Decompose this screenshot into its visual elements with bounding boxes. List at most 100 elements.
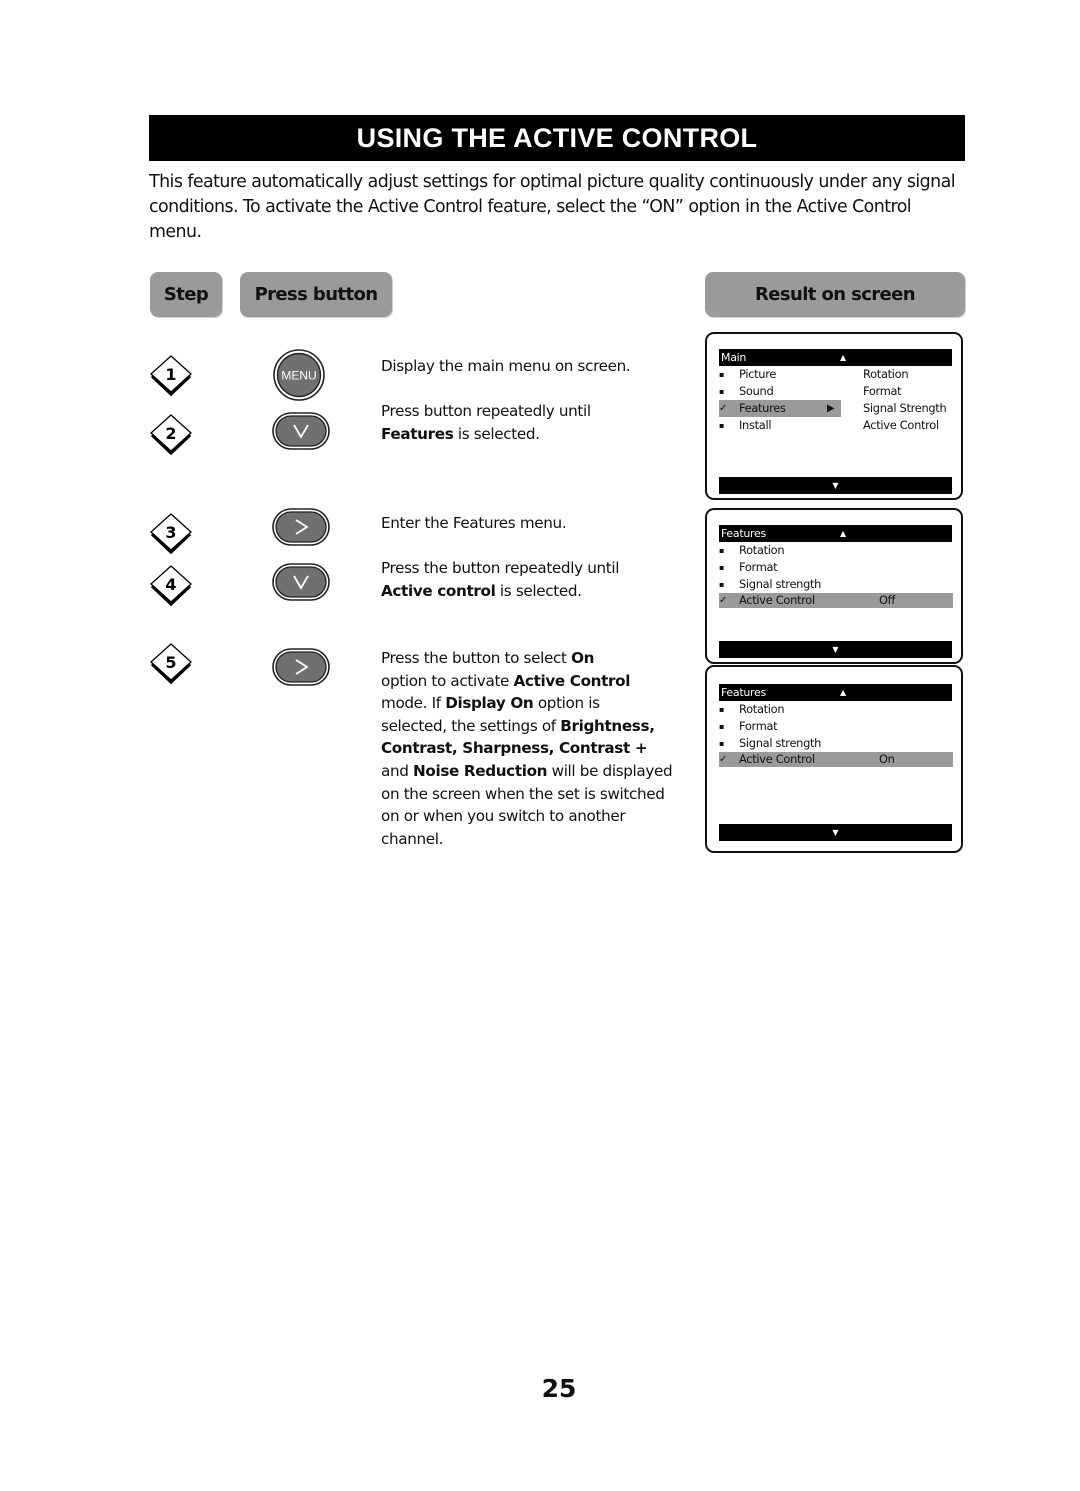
submenu-arrow-icon: ▶ [827,403,835,414]
step-1-description: Display the main menu on screen. [381,357,631,375]
screen-features-on: Features ▲ ▪ Rotation ▪ Format ▪ Signal … [705,665,963,853]
screen-features-off: Features ▲ ▪ Rotation ▪ Format ▪ Signal … [705,508,963,664]
menu-item: ▪ Rotation [719,542,953,559]
step-number: 1 [165,365,176,384]
scroll-up-icon: ▲ [840,529,846,538]
menu-item-selected: ✓ Features ▶ [719,400,841,417]
menu-item-label: Active Control [739,752,815,766]
menu-item-label: Signal strength [739,577,822,591]
bullet-icon: ▪ [719,705,725,714]
step-5-bold-text: Contrast, Sharpness, Contrast + [381,739,648,758]
menu-item-label: Signal strength [739,736,822,750]
bullet-icon: ▪ [719,739,725,748]
menu-item-label: Rotation [739,543,785,557]
menu-item: ▪ Signal strength [719,576,953,593]
step-5-text: and [381,761,414,780]
diamond-icon: 1 [150,355,192,396]
submenu-item: Format [863,384,902,398]
step-4-description: Press the button repeatedly until Active… [381,557,619,602]
step-2-badge: 2 [149,411,193,455]
screen-main-menu: Main ▲ ▪ Picture ▪ Sound ✓ Features ▶ ▪ … [705,332,963,500]
header-result-label: Result on screen [755,284,916,305]
submenu-item: Rotation [863,367,909,381]
menu-item-label: Sound [739,384,774,398]
right-arrow-button-icon [272,648,330,686]
menu-item: ▪ Format [719,559,953,576]
right-button [272,648,330,686]
screen-bottom-bar: ▼ [719,641,952,658]
bullet-icon: ▪ [719,370,725,379]
intro-paragraph: This feature automatically adjust settin… [149,172,956,242]
menu-item-label: Features [739,401,786,415]
scroll-down-icon: ▼ [832,828,839,837]
screen-bottom-bar: ▼ [719,477,952,494]
diamond-icon: 4 [150,565,192,606]
step-5-text: Press the button to select [381,649,572,667]
step-5-text: on the screen when the set is switched [381,784,665,803]
check-icon: ✓ [719,403,728,414]
header-press-button: Press button [240,272,392,317]
header-press-button-label: Press button [254,284,378,305]
screen-title-bar: Features ▲ [719,684,952,701]
menu-item: ▪ Format [719,718,953,735]
down-button [272,412,330,450]
menu-item-label: Picture [739,367,777,381]
check-icon: ✓ [719,754,728,765]
step-2-text-a: Press button repeatedly until [381,402,591,420]
diamond-icon: 2 [150,414,192,455]
menu-item-label: Install [739,418,772,432]
step-5-text: selected, the settings of [381,716,561,735]
down-button [272,563,330,601]
screen-bottom-bar: ▼ [719,824,952,841]
step-number: 2 [165,424,176,443]
scroll-down-icon: ▼ [832,481,839,490]
diamond-icon: 3 [150,513,192,554]
active-control-value: On [879,752,895,766]
screen-title-bar: Main ▲ [719,349,952,366]
header-result-on-screen: Result on screen [705,272,965,317]
header-step-label: Step [163,284,209,305]
menu-item: ▪ Install [719,417,841,434]
scroll-up-icon: ▲ [840,353,846,362]
step-5-text: will be displayed [547,761,673,780]
scroll-up-icon: ▲ [840,688,846,697]
page-title: USING THE ACTIVE CONTROL [149,115,965,161]
step-2-bold: Features [381,424,454,443]
menu-item-label: Format [739,560,778,574]
step-number: 5 [165,653,176,672]
step-5-text: option is [533,694,600,713]
step-3-badge: 3 [149,510,193,554]
step-5-text: channel. [381,829,444,848]
page-number: 25 [541,1374,577,1403]
screen-title: Features [721,686,766,699]
step-5-description: Press the button to select On option to a… [381,647,673,850]
diamond-icon: 5 [150,643,192,684]
menu-item: ▪ Picture [719,366,841,383]
step-5-text: mode. If [381,694,446,713]
submenu-item: Signal Strength [863,401,947,415]
step-4-text-a: Press the button repeatedly until [381,559,620,577]
menu-item: ▪ Sound [719,383,841,400]
step-5-bold-text: On [571,649,595,667]
menu-item-selected: ✓ Active Control Off [719,593,953,608]
menu-item: ▪ Signal strength [719,735,953,752]
bullet-icon: ▪ [719,546,725,555]
check-icon: ✓ [719,595,728,606]
active-control-value: Off [879,593,896,607]
down-arrow-button-icon [272,412,330,450]
menu-item-label: Active Control [739,593,815,607]
step-number: 3 [165,523,176,542]
scroll-down-icon: ▼ [832,645,839,654]
step-1-badge: 1 [149,352,193,396]
step-4-text-c: is selected. [495,581,582,600]
menu-button: MENU [272,349,326,401]
menu-item-label: Rotation [739,702,785,716]
menu-item-label: Format [739,719,778,733]
step-5-text: option to activate [381,671,514,690]
bullet-icon: ▪ [719,563,725,572]
step-2-description: Press button repeatedly until Features i… [381,400,591,445]
step-5-text: on or when you switch to another [381,807,626,826]
step-5-bold-text: Brightness, [560,716,655,735]
step-4-bold: Active control [381,581,496,600]
bullet-icon: ▪ [719,387,725,396]
